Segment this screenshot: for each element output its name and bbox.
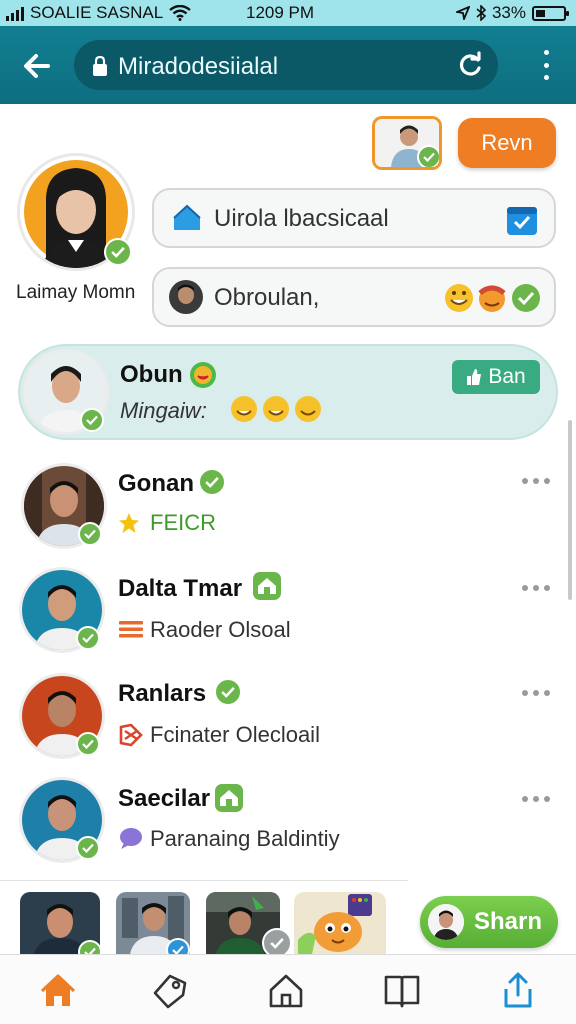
signal-icon <box>6 5 24 21</box>
contact-subtitle: Fcinater Olecloail <box>150 722 320 747</box>
contact-name: Obun <box>120 361 183 388</box>
mini-avatar-icon <box>169 280 203 314</box>
share-avatar <box>428 904 464 940</box>
contact-subtitle: Mingaiw: <box>120 398 207 423</box>
thumb-icon <box>467 369 482 385</box>
home-badge-icon <box>215 784 243 812</box>
back-arrow-icon[interactable] <box>18 46 58 86</box>
more-horiz-icon[interactable] <box>522 585 550 591</box>
contact-name: Saecilar <box>118 785 211 812</box>
verified-check-icon <box>76 836 100 860</box>
book-icon[interactable] <box>382 971 422 1011</box>
battery-fill <box>536 9 545 17</box>
carrier-label: SOALIE SASNAL <box>30 3 164 22</box>
verified-check-icon <box>417 145 439 167</box>
profile-field-location[interactable]: Uirola lbacsicaal <box>152 188 556 248</box>
verified-check-icon <box>76 732 100 756</box>
house-icon <box>173 204 201 230</box>
more-horiz-icon[interactable] <box>522 478 550 484</box>
revn-button[interactable]: Revn <box>458 118 556 168</box>
divider <box>0 880 408 881</box>
tongue-emoji-icon <box>190 362 216 388</box>
home-badge-icon <box>253 572 281 600</box>
small-avatar[interactable] <box>372 116 442 170</box>
profile-field-text: Uirola lbacsicaal <box>214 205 389 232</box>
share-button[interactable]: Sharn <box>420 896 558 948</box>
verified-check-icon <box>80 408 104 432</box>
location-icon <box>455 6 470 20</box>
reload-icon[interactable] <box>456 51 484 79</box>
thumbnail[interactable] <box>294 892 386 954</box>
star-icon <box>119 513 139 533</box>
emoji-reactions-icon <box>445 284 540 312</box>
verified-check-icon <box>104 238 132 266</box>
cartoon-sticker-icon <box>294 892 386 954</box>
contact-name: Ranlars <box>118 680 207 707</box>
verified-check-icon <box>78 522 102 546</box>
contact-subtitle: Paranaing Baldintiy <box>150 826 340 851</box>
contact-subtitle: FEICR <box>150 510 216 535</box>
bottom-nav <box>0 954 576 1024</box>
lock-icon <box>93 55 107 76</box>
more-horiz-icon[interactable] <box>522 690 550 696</box>
profile-field-status[interactable]: Obroulan, <box>152 267 556 327</box>
mini-avatar-icon <box>428 904 464 940</box>
ban-label: Ban <box>488 365 526 388</box>
address-bar[interactable]: Mirаdodesiialal <box>74 40 498 90</box>
home-icon[interactable] <box>38 971 78 1011</box>
calendar-icon[interactable] <box>506 204 538 236</box>
emoji-smiles-icon <box>231 396 321 422</box>
contact-subtitle: Raoder Olsoal <box>150 617 291 642</box>
wifi-icon <box>169 5 191 21</box>
profile-field-text: Obroulan, <box>214 284 320 311</box>
more-vert-icon[interactable] <box>542 50 550 80</box>
tag-icon[interactable] <box>150 971 190 1011</box>
contact-name: Dalta Tmar <box>118 575 243 602</box>
address-text: Mirаdodesiialal <box>118 53 279 80</box>
scrollbar[interactable] <box>568 420 572 600</box>
chat-bubble-icon <box>120 828 142 849</box>
more-horiz-icon[interactable] <box>522 796 550 802</box>
share-icon[interactable] <box>498 971 538 1011</box>
verified-check-icon <box>214 678 242 706</box>
house-outline-icon[interactable] <box>266 971 306 1011</box>
list-icon <box>119 621 143 638</box>
contact-name: Gonan <box>118 470 194 497</box>
clock: 1209 PM <box>246 3 315 22</box>
status-bar: SOALIE SASNAL 1209 PM 33% <box>0 0 576 26</box>
ban-button[interactable]: Ban <box>452 360 540 394</box>
status-left: SOALIE SASNAL <box>6 3 191 23</box>
battery-percent: 33% <box>491 3 526 22</box>
verified-check-icon <box>198 468 226 496</box>
verified-check-icon <box>76 626 100 650</box>
bluetooth-icon <box>476 5 486 21</box>
profile-name: Laimay Momn <box>16 282 136 303</box>
settings-badge-icon <box>119 723 143 747</box>
share-label: Sharn <box>474 908 543 935</box>
status-right: 33% <box>455 3 569 23</box>
battery-icon <box>532 5 569 21</box>
app-bar: Mirаdodesiialal <box>0 26 576 104</box>
